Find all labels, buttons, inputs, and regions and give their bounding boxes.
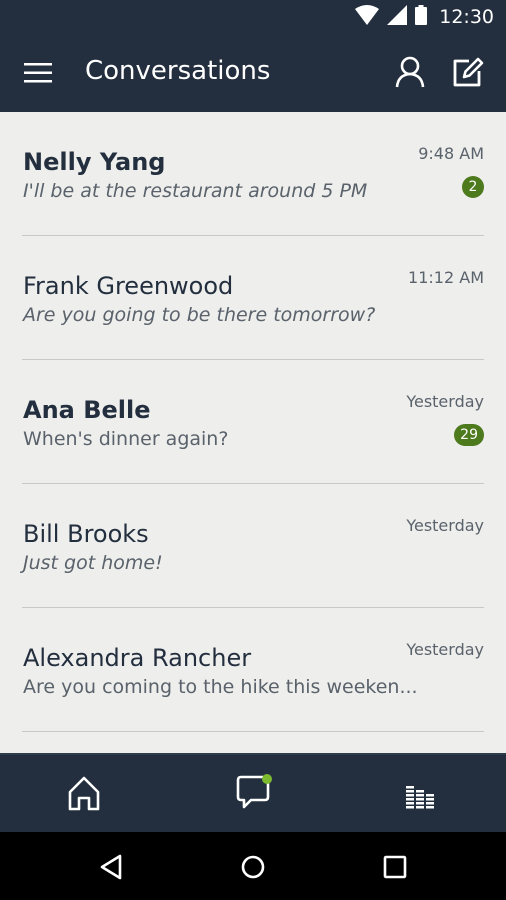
status-bar: 12:30 bbox=[0, 0, 506, 34]
conversation-list[interactable]: Nelly Yang I'll be at the restaurant aro… bbox=[0, 112, 506, 753]
nav-player-button[interactable] bbox=[402, 773, 442, 813]
contact-name: Bill Brooks bbox=[23, 520, 149, 548]
message-preview: Are you going to be there tomorrow? bbox=[23, 304, 376, 326]
conversation-row[interactable]: Alexandra Rancher Are you coming to the … bbox=[0, 608, 506, 732]
page-title: Conversations bbox=[85, 56, 271, 86]
contact-name: Nelly Yang bbox=[23, 148, 166, 176]
divider bbox=[22, 731, 484, 732]
conversation-row[interactable]: Nelly Yang I'll be at the restaurant aro… bbox=[0, 112, 506, 236]
equalizer-icon bbox=[406, 786, 434, 809]
recents-button[interactable] bbox=[378, 850, 412, 884]
status-time: 12:30 bbox=[439, 6, 494, 28]
nav-home-button[interactable] bbox=[64, 773, 104, 813]
status-icons: 12:30 bbox=[355, 5, 494, 29]
unread-count-badge: 2 bbox=[462, 176, 484, 198]
message-time: 11:12 AM bbox=[408, 268, 484, 287]
home-system-button[interactable] bbox=[236, 850, 270, 884]
contact-name: Ana Belle bbox=[23, 396, 151, 424]
message-time: Yesterday bbox=[406, 392, 484, 411]
conversations-screen: 12:30 Conversations Nelly Yang I'll be a… bbox=[0, 0, 506, 900]
contact-name: Alexandra Rancher bbox=[23, 644, 252, 672]
back-triangle-icon bbox=[100, 854, 122, 880]
bottom-nav bbox=[0, 753, 506, 832]
compose-button[interactable] bbox=[451, 56, 485, 90]
message-time: 9:48 AM bbox=[418, 144, 484, 163]
conversation-row[interactable]: Ana Belle When's dinner again? Yesterday… bbox=[0, 360, 506, 484]
message-preview: Just got home! bbox=[23, 552, 163, 574]
hamburger-menu-icon bbox=[24, 63, 52, 83]
message-preview: I'll be at the restaurant around 5 PM bbox=[23, 180, 368, 202]
message-time: Yesterday bbox=[406, 640, 484, 659]
message-preview: When's dinner again? bbox=[23, 428, 229, 450]
recents-square-icon bbox=[383, 855, 407, 879]
notification-dot bbox=[262, 774, 272, 784]
battery-icon bbox=[415, 5, 428, 29]
conversation-row[interactable]: Frank Greenwood Are you going to be ther… bbox=[0, 236, 506, 360]
message-time: Yesterday bbox=[406, 516, 484, 535]
unread-count-badge: 29 bbox=[454, 424, 484, 446]
menu-button[interactable] bbox=[24, 61, 54, 85]
conversation-row[interactable]: Bill Brooks Just got home! Yesterday bbox=[0, 484, 506, 608]
signal-icon bbox=[387, 5, 408, 29]
system-nav-bar bbox=[0, 832, 506, 900]
home-icon bbox=[68, 776, 100, 811]
message-preview: Are you coming to the hike this weeken..… bbox=[23, 676, 418, 698]
app-bar: Conversations bbox=[0, 34, 506, 112]
wifi-icon bbox=[355, 5, 380, 29]
contact-name: Frank Greenwood bbox=[23, 272, 234, 300]
back-button[interactable] bbox=[96, 850, 130, 884]
person-icon bbox=[395, 56, 425, 88]
compose-icon bbox=[453, 57, 484, 87]
profile-button[interactable] bbox=[394, 56, 426, 88]
home-circle-icon bbox=[241, 855, 265, 879]
